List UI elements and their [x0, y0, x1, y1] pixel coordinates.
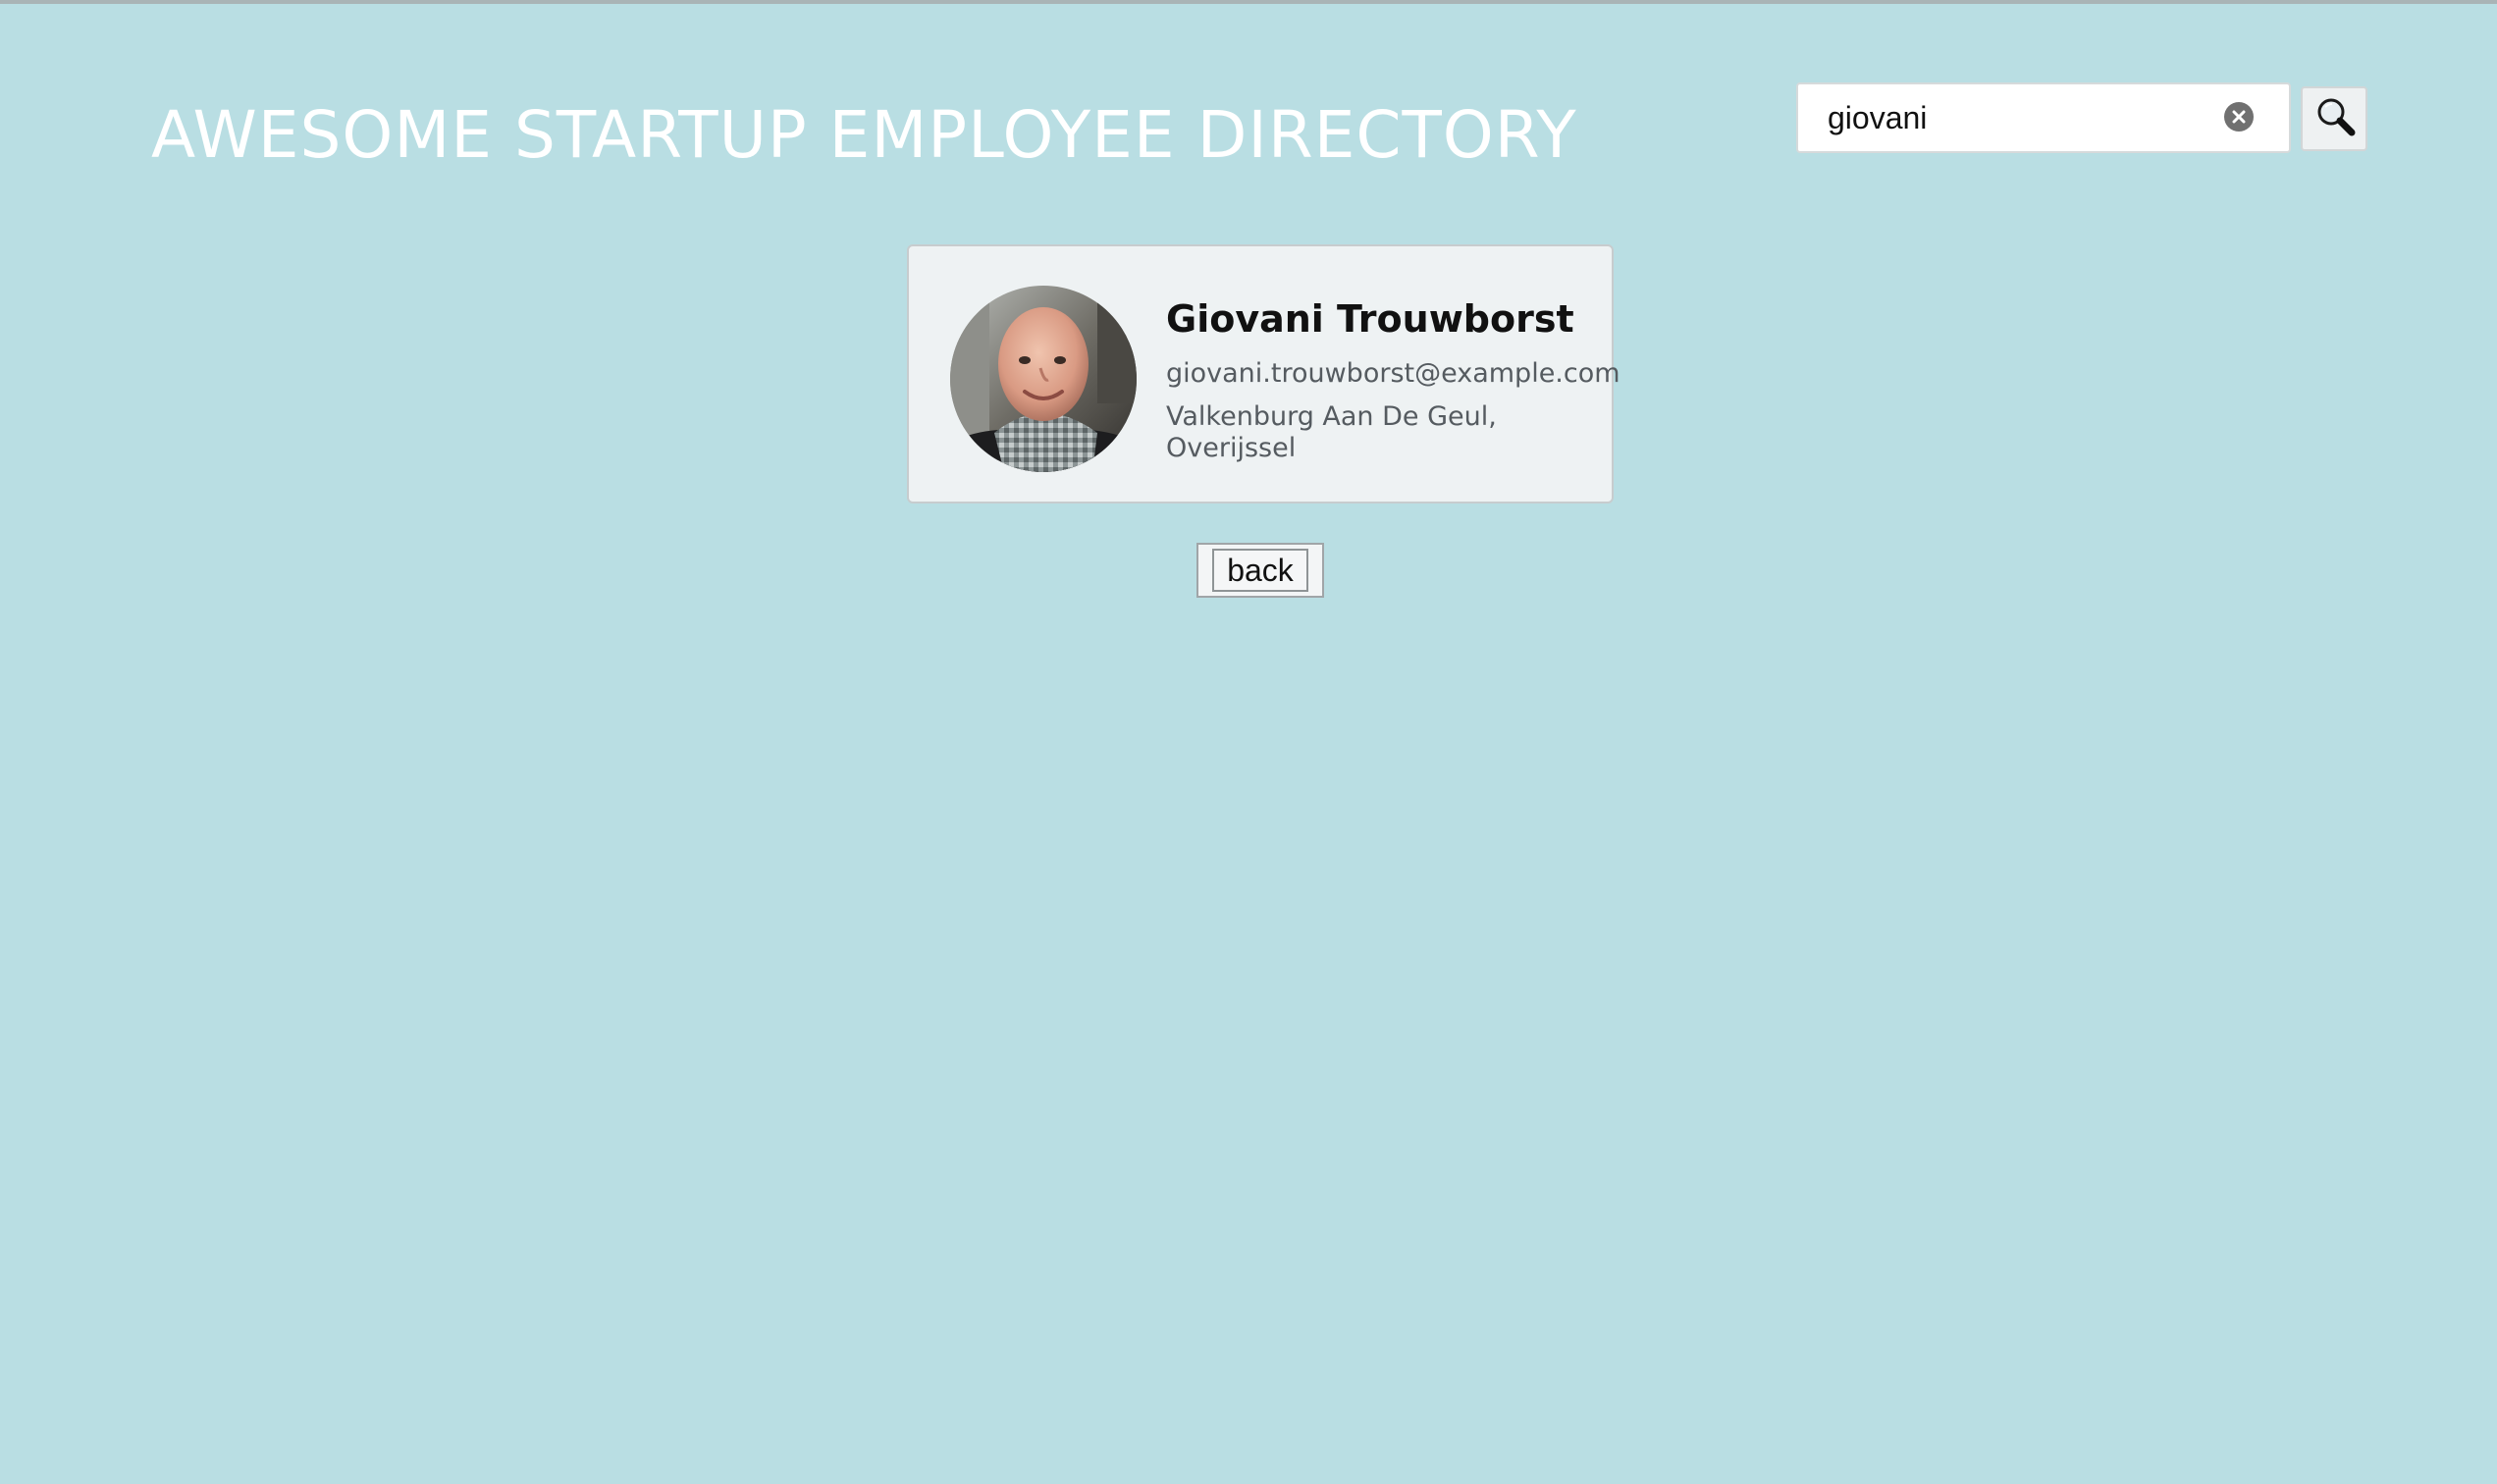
employee-location: Valkenburg Aan De Geul, Overijssel — [1166, 401, 1497, 463]
back-button-frame: back — [1196, 543, 1324, 598]
clear-search-icon[interactable] — [2224, 102, 2254, 132]
search-input[interactable] — [1796, 82, 2291, 153]
employee-name: Giovani Trouwborst — [1166, 297, 1574, 341]
employee-email: giovani.trouwborst@example.com — [1166, 358, 1620, 389]
employee-card[interactable]: Giovani Trouwborst giovani.trouwborst@ex… — [907, 244, 1620, 504]
back-button[interactable]: back — [1212, 549, 1308, 592]
employee-avatar — [950, 286, 1137, 472]
magnifier-icon — [2317, 98, 2356, 136]
search-button[interactable] — [2301, 86, 2367, 151]
page-title: AWESOME STARTUP EMPLOYEE DIRECTORY — [151, 97, 1577, 173]
search-form — [1796, 82, 2369, 155]
top-border — [0, 0, 2497, 4]
